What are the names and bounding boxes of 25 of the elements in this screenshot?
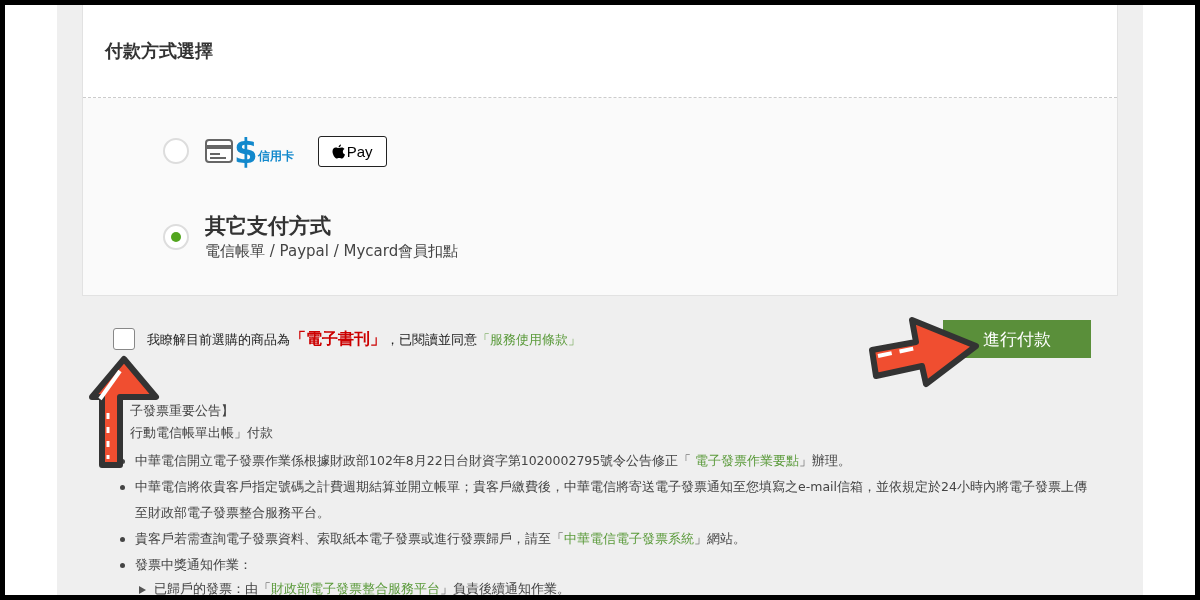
radio-button[interactable]: [163, 223, 189, 250]
notice-item: 中華電信將依貴客戶指定號碼之計費週期結算並開立帳單；貴客戶繳費後，中華電信將寄送電子發票通知至您填寫之e-mail信箱，並依規定於24小時內將電子發票上傳至財政部電子發票整合服務平台。: [135, 478, 1088, 522]
agreement-text: 我瞭解目前選購的商品為「電子書刊」，已閱讀並同意「服務使用條款」: [147, 328, 581, 350]
apple-pay-button[interactable]: Pay: [317, 135, 387, 167]
notice-item: 發票中獎通知作業：: [135, 556, 252, 574]
notice-item: 已歸戶的發票：由「財政部電子發票整合服務平台」負責後續通知作業。: [154, 580, 570, 595]
credit-card-logo[interactable]: $信用卡: [205, 134, 294, 168]
section-title: 付款方式選擇: [105, 39, 213, 63]
bullet-icon: [120, 563, 125, 568]
notice-link[interactable]: 電子發票作業要點: [695, 453, 800, 468]
option-title: 其它支付方式: [205, 213, 332, 240]
agreement-checkbox[interactable]: [113, 328, 135, 350]
terms-link[interactable]: 「服務使用條款」: [477, 331, 581, 347]
triangle-icon: [139, 586, 146, 594]
notice-item: 中華電信開立電子發票作業係根據財政部102年8月22日台財資字第1020002795號令公告修正「 電子發票作業要點」辦理。: [135, 452, 852, 470]
bullet-icon: [120, 537, 125, 542]
option-subtitle: 電信帳單 / Paypal / Mycard會員扣點: [205, 242, 459, 261]
notice-heading: 子發票重要公告】: [130, 402, 235, 420]
notice-link[interactable]: 財政部電子發票整合服務平台: [271, 581, 440, 595]
radio-button[interactable]: [163, 138, 189, 164]
apple-icon: [331, 143, 345, 159]
bullet-icon: [120, 485, 125, 490]
notice-item: 貴客戶若需查詢電子發票資料、索取紙本電子發票或進行發票歸戶，請至「中華電信電子發票系統」網站。: [135, 530, 746, 548]
notice-subheading: 行動電信帳單出帳」付款: [130, 424, 274, 442]
notice-link[interactable]: 中華電信電子發票系統: [564, 531, 694, 546]
